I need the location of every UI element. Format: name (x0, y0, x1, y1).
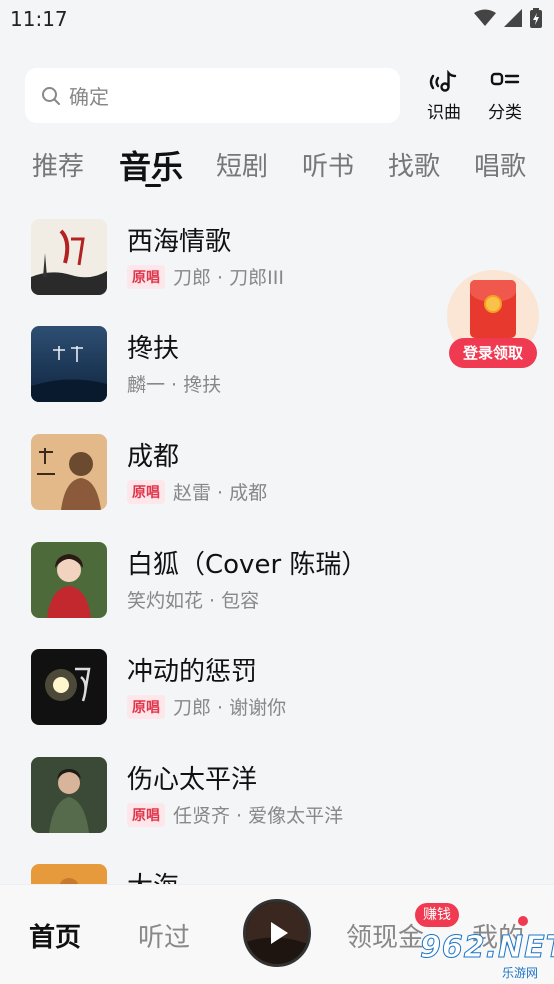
earn-badge: 赚钱 (415, 903, 459, 927)
song-item[interactable]: 成都 原唱 赵雷 · 成都 (0, 434, 554, 542)
song-meta: 原唱 刀郎 · 谢谢你 (127, 693, 286, 720)
search-placeholder: 确定 (69, 85, 109, 109)
status-icons (474, 8, 542, 28)
song-meta: 笑灼如花 · 包容 (127, 586, 259, 613)
notification-dot (518, 916, 528, 926)
tab-audiobook[interactable]: 听书 (302, 146, 354, 183)
nav-listened[interactable]: 听过 (138, 917, 190, 954)
site-watermark: 962.NET 乐游网 (419, 930, 554, 982)
nav-home[interactable]: 首页 (29, 917, 81, 954)
song-meta: 原唱 任贤齐 · 爱像太平洋 (127, 801, 343, 828)
song-item[interactable]: 伤心太平洋 原唱 任贤齐 · 爱像太平洋 (0, 757, 554, 865)
song-artist-album: 刀郎 · 谢谢你 (173, 697, 287, 719)
song-meta: 麟一 · 搀扶 (127, 370, 221, 397)
category-tabs: 推荐 音乐 短剧 听书 找歌 唱歌 (0, 140, 554, 192)
tab-short-drama[interactable]: 短剧 (216, 146, 268, 183)
album-cover (31, 649, 107, 725)
original-singer-badge: 原唱 (127, 802, 165, 827)
tab-recommend[interactable]: 推荐 (32, 146, 84, 183)
song-title: 冲动的惩罚 (127, 657, 258, 687)
song-item[interactable]: 冲动的惩罚 原唱 刀郎 · 谢谢你 (0, 649, 554, 757)
song-title: 伤心太平洋 (127, 765, 258, 795)
song-title: 西海情歌 (127, 227, 232, 257)
song-artist-album: 任贤齐 · 爱像太平洋 (173, 805, 344, 827)
tab-sing[interactable]: 唱歌 (474, 146, 526, 183)
coin-icon (484, 295, 502, 313)
album-cover (31, 326, 107, 402)
song-title: 成都 (127, 442, 180, 472)
recognize-song-button[interactable]: 识曲 (422, 69, 466, 123)
battery-icon (530, 8, 542, 28)
search-input[interactable]: 确定 (25, 68, 400, 123)
song-item[interactable]: 白狐（Cover 陈瑞） 笑灼如花 · 包容 (0, 542, 554, 650)
song-artist-album: 麟一 · 搀扶 (127, 374, 222, 396)
category-icon (490, 72, 520, 86)
category-button[interactable]: 分类 (483, 70, 527, 123)
song-artist-album: 刀郎 · 刀郎III (173, 267, 284, 289)
recognize-song-label: 识曲 (427, 103, 461, 123)
status-bar: 11:17 (0, 0, 554, 40)
album-cover (31, 219, 107, 295)
song-meta: 原唱 赵雷 · 成都 (127, 478, 267, 505)
song-artist-album: 笑灼如花 · 包容 (127, 590, 260, 612)
song-artist-album: 赵雷 · 成都 (173, 482, 268, 504)
watermark-logo: 962.NET (419, 930, 554, 966)
original-singer-badge: 原唱 (127, 264, 165, 289)
active-tab-indicator (145, 184, 161, 187)
search-icon (42, 86, 60, 105)
nav-cash[interactable]: 领现金 (346, 917, 424, 954)
song-title: 搀扶 (127, 334, 180, 364)
category-label: 分类 (488, 103, 522, 123)
album-cover (31, 757, 107, 833)
login-reward-label: 登录领取 (449, 338, 537, 368)
song-meta: 原唱 刀郎 · 刀郎III (127, 263, 284, 290)
wifi-icon (474, 9, 496, 26)
tab-find-song[interactable]: 找歌 (388, 146, 440, 183)
original-singer-badge: 原唱 (127, 479, 165, 504)
music-recognize-icon (429, 69, 457, 92)
tab-music[interactable]: 音乐 (119, 142, 183, 188)
signal-icon (504, 9, 522, 27)
song-title: 白狐（Cover 陈瑞） (127, 550, 368, 580)
original-singer-badge: 原唱 (127, 694, 165, 719)
album-cover (31, 434, 107, 510)
album-cover (31, 542, 107, 618)
now-playing-button[interactable] (243, 899, 311, 967)
watermark-sub: 乐游网 (502, 966, 539, 980)
login-reward-float-button[interactable]: 登录领取 (446, 270, 540, 370)
status-time: 11:17 (10, 7, 68, 31)
